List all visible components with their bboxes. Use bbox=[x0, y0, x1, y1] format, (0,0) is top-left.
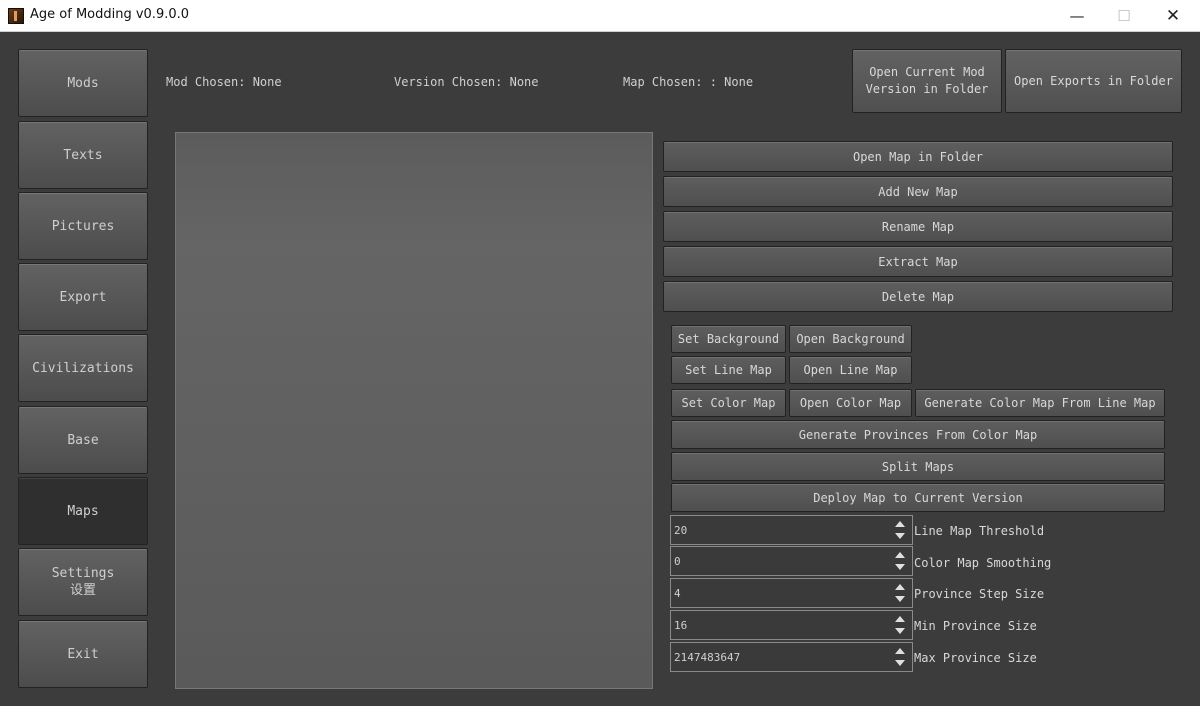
app-icon bbox=[8, 8, 24, 24]
spinbox-arrows[interactable] bbox=[890, 516, 912, 544]
decrement-arrow-icon[interactable] bbox=[895, 628, 905, 634]
spinbox-arrows[interactable] bbox=[890, 579, 912, 607]
color-map-smoothing-label: Color Map Smoothing bbox=[914, 556, 1052, 570]
increment-arrow-icon[interactable] bbox=[895, 521, 905, 527]
map-chosen-label: Map Chosen: : None bbox=[623, 75, 754, 89]
increment-arrow-icon[interactable] bbox=[895, 616, 905, 622]
spinbox-value: 4 bbox=[674, 587, 681, 600]
spinbox-value: 0 bbox=[674, 555, 681, 568]
province-step-size-label: Province Step Size bbox=[914, 587, 1045, 601]
nav-maps-button[interactable]: Maps bbox=[18, 477, 148, 545]
main-panel: Mods Texts Pictures Export Civilizations… bbox=[0, 32, 1200, 706]
nav-pictures-button[interactable]: Pictures bbox=[18, 192, 148, 260]
generate-provinces-button[interactable]: Generate Provinces From Color Map bbox=[671, 420, 1165, 449]
spinbox-arrows[interactable] bbox=[890, 611, 912, 639]
open-map-folder-button[interactable]: Open Map in Folder bbox=[663, 141, 1173, 172]
delete-map-button[interactable]: Delete Map bbox=[663, 281, 1173, 312]
province-step-size-spinbox[interactable]: 4 bbox=[670, 578, 913, 608]
increment-arrow-icon[interactable] bbox=[895, 584, 905, 590]
open-mod-version-folder-button[interactable]: Open Current Mod Version in Folder bbox=[852, 49, 1002, 113]
version-chosen-label: Version Chosen: None bbox=[394, 75, 539, 89]
spinbox-value: 16 bbox=[674, 619, 688, 632]
set-line-map-button[interactable]: Set Line Map bbox=[671, 356, 786, 384]
deploy-map-button[interactable]: Deploy Map to Current Version bbox=[671, 483, 1165, 512]
increment-arrow-icon[interactable] bbox=[895, 552, 905, 558]
line-map-threshold-label: Line Map Threshold bbox=[914, 524, 1045, 538]
open-background-button[interactable]: Open Background bbox=[789, 325, 912, 353]
mod-chosen-label: Mod Chosen: None bbox=[166, 75, 282, 89]
maximize-button[interactable]: ☐ bbox=[1101, 0, 1147, 32]
close-button[interactable]: ✕ bbox=[1150, 0, 1196, 32]
split-maps-button[interactable]: Split Maps bbox=[671, 452, 1165, 481]
min-province-size-label: Min Province Size bbox=[914, 619, 1037, 633]
nav-exit-button[interactable]: Exit bbox=[18, 620, 148, 688]
decrement-arrow-icon[interactable] bbox=[895, 660, 905, 666]
max-province-size-label: Max Province Size bbox=[914, 651, 1037, 665]
open-exports-folder-button[interactable]: Open Exports in Folder bbox=[1005, 49, 1182, 113]
map-preview bbox=[175, 132, 653, 689]
nav-mods-button[interactable]: Mods bbox=[18, 49, 148, 117]
spinbox-arrows[interactable] bbox=[890, 643, 912, 671]
spinbox-value: 20 bbox=[674, 524, 688, 537]
minimize-button[interactable]: — bbox=[1054, 0, 1100, 32]
set-color-map-button[interactable]: Set Color Map bbox=[671, 389, 786, 417]
decrement-arrow-icon[interactable] bbox=[895, 564, 905, 570]
min-province-size-spinbox[interactable]: 16 bbox=[670, 610, 913, 640]
decrement-arrow-icon[interactable] bbox=[895, 596, 905, 602]
set-background-button[interactable]: Set Background bbox=[671, 325, 786, 353]
generate-color-map-button[interactable]: Generate Color Map From Line Map bbox=[915, 389, 1165, 417]
max-province-size-spinbox[interactable]: 2147483647 bbox=[670, 642, 913, 672]
nav-texts-button[interactable]: Texts bbox=[18, 121, 148, 189]
nav-civilizations-button[interactable]: Civilizations bbox=[18, 334, 148, 402]
open-line-map-button[interactable]: Open Line Map bbox=[789, 356, 912, 384]
rename-map-button[interactable]: Rename Map bbox=[663, 211, 1173, 242]
color-map-smoothing-spinbox[interactable]: 0 bbox=[670, 546, 913, 576]
extract-map-button[interactable]: Extract Map bbox=[663, 246, 1173, 277]
decrement-arrow-icon[interactable] bbox=[895, 533, 905, 539]
add-new-map-button[interactable]: Add New Map bbox=[663, 176, 1173, 207]
window-title: Age of Modding v0.9.0.0 bbox=[30, 7, 190, 22]
nav-settings-button[interactable]: Settings 设置 bbox=[18, 548, 148, 616]
open-color-map-button[interactable]: Open Color Map bbox=[789, 389, 912, 417]
increment-arrow-icon[interactable] bbox=[895, 648, 905, 654]
title-bar: Age of Modding v0.9.0.0 — ☐ ✕ bbox=[0, 0, 1200, 32]
nav-base-button[interactable]: Base bbox=[18, 406, 148, 474]
spinbox-arrows[interactable] bbox=[890, 547, 912, 575]
spinbox-value: 2147483647 bbox=[674, 651, 741, 664]
nav-export-button[interactable]: Export bbox=[18, 263, 148, 331]
line-map-threshold-spinbox[interactable]: 20 bbox=[670, 515, 913, 545]
